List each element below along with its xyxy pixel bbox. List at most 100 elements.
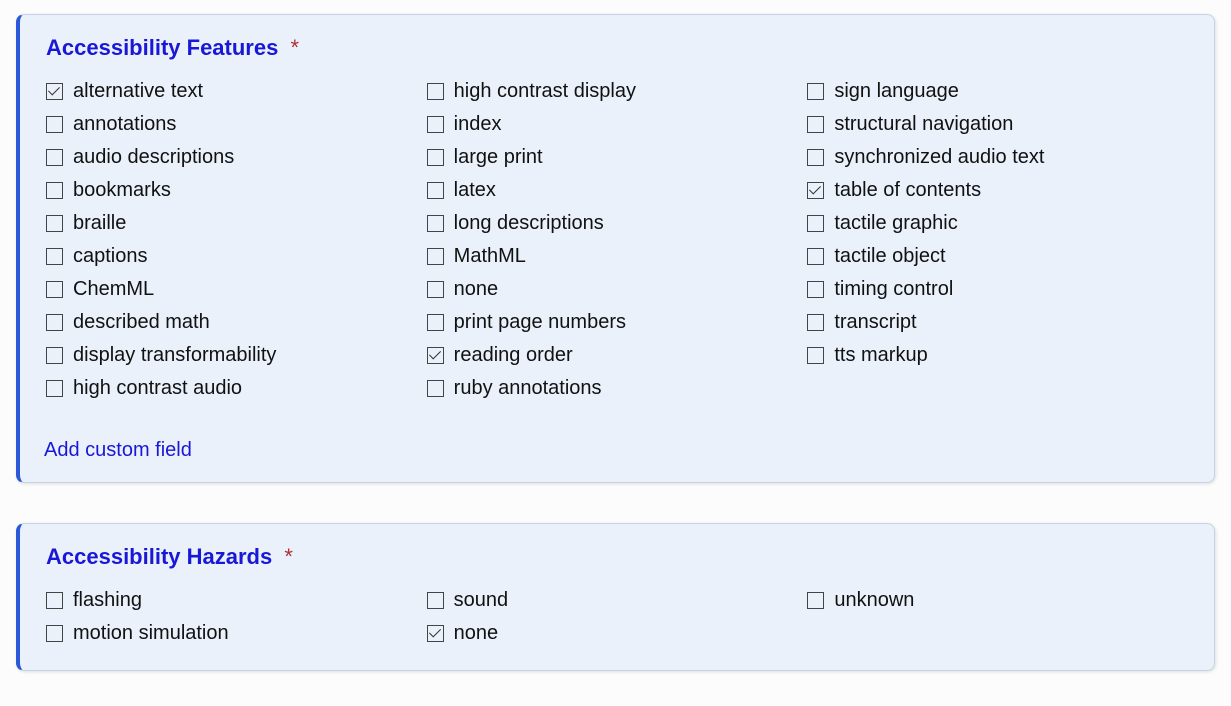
checkbox-index[interactable] <box>427 116 444 133</box>
checkbox-row-flashing[interactable]: flashing <box>46 584 427 617</box>
checkbox-table-of-contents[interactable] <box>807 182 824 199</box>
checkbox-timing-control[interactable] <box>807 281 824 298</box>
checkbox-label-large-print: large print <box>454 146 543 169</box>
checkbox-row-print-page-numbers[interactable]: print page numbers <box>427 306 808 339</box>
checkbox-label-chemml: ChemML <box>73 278 154 301</box>
checkbox-row-motion-simulation[interactable]: motion simulation <box>46 617 427 650</box>
checkbox-tactile-graphic[interactable] <box>807 215 824 232</box>
checkbox-row-high-contrast-display[interactable]: high contrast display <box>427 75 808 108</box>
checkbox-label-braille: braille <box>73 212 126 235</box>
checkbox-audio-descriptions[interactable] <box>46 149 63 166</box>
checkbox-row-described-math[interactable]: described math <box>46 306 427 339</box>
checkbox-sign-language[interactable] <box>807 83 824 100</box>
checkbox-label-transcript: transcript <box>834 311 916 334</box>
checkbox-row-index[interactable]: index <box>427 108 808 141</box>
required-indicator: * <box>284 544 293 569</box>
checkbox-label-motion-simulation: motion simulation <box>73 622 229 645</box>
checkbox-captions[interactable] <box>46 248 63 265</box>
checkbox-motion-simulation[interactable] <box>46 625 63 642</box>
checkbox-row-long-descriptions[interactable]: long descriptions <box>427 207 808 240</box>
checkbox-latex[interactable] <box>427 182 444 199</box>
checkbox-label-audio-descriptions: audio descriptions <box>73 146 234 169</box>
checkbox-tts-markup[interactable] <box>807 347 824 364</box>
checkbox-label-tactile-graphic: tactile graphic <box>834 212 957 235</box>
checkbox-row-latex[interactable]: latex <box>427 174 808 207</box>
checkbox-flashing[interactable] <box>46 592 63 609</box>
checkbox-long-descriptions[interactable] <box>427 215 444 232</box>
accessibility-hazards-panel: Accessibility Hazards * flashing motion s… <box>16 523 1215 671</box>
checkbox-row-tactile-graphic[interactable]: tactile graphic <box>807 207 1188 240</box>
checkbox-label-structural-navigation: structural navigation <box>834 113 1013 136</box>
checkbox-label-display-transformability: display transformability <box>73 344 276 367</box>
required-indicator: * <box>290 35 299 60</box>
checkbox-row-alternative-text[interactable]: alternative text <box>46 75 427 108</box>
checkbox-label-high-contrast-audio: high contrast audio <box>73 377 242 400</box>
checkbox-large-print[interactable] <box>427 149 444 166</box>
checkbox-none-haz[interactable] <box>427 625 444 642</box>
checkbox-row-bookmarks[interactable]: bookmarks <box>46 174 427 207</box>
checkbox-transcript[interactable] <box>807 314 824 331</box>
checkbox-display-transformability[interactable] <box>46 347 63 364</box>
checkbox-row-none-haz[interactable]: none <box>427 617 808 650</box>
accessibility-hazards-columns: flashing motion simulation soundnone unknow… <box>46 584 1188 650</box>
checkbox-reading-order[interactable] <box>427 347 444 364</box>
checkbox-label-high-contrast-display: high contrast display <box>454 80 636 103</box>
checkbox-annotations[interactable] <box>46 116 63 133</box>
checkbox-row-reading-order[interactable]: reading order <box>427 339 808 372</box>
checkbox-label-tactile-object: tactile object <box>834 245 945 268</box>
checkbox-row-none-feat[interactable]: none <box>427 273 808 306</box>
checkbox-row-synchronized-audio-text[interactable]: synchronized audio text <box>807 141 1188 174</box>
checkbox-high-contrast-audio[interactable] <box>46 380 63 397</box>
checkbox-structural-navigation[interactable] <box>807 116 824 133</box>
checkbox-label-unknown: unknown <box>834 589 914 612</box>
checkbox-row-large-print[interactable]: large print <box>427 141 808 174</box>
checkbox-row-display-transformability[interactable]: display transformability <box>46 339 427 372</box>
checkbox-label-table-of-contents: table of contents <box>834 179 981 202</box>
checkbox-synchronized-audio-text[interactable] <box>807 149 824 166</box>
checkbox-row-table-of-contents[interactable]: table of contents <box>807 174 1188 207</box>
checkbox-bookmarks[interactable] <box>46 182 63 199</box>
checkbox-row-mathml[interactable]: MathML <box>427 240 808 273</box>
checkbox-described-math[interactable] <box>46 314 63 331</box>
checkbox-row-timing-control[interactable]: timing control <box>807 273 1188 306</box>
checkbox-unknown[interactable] <box>807 592 824 609</box>
hazards-column: soundnone <box>427 584 808 650</box>
checkbox-row-sound[interactable]: sound <box>427 584 808 617</box>
checkbox-row-audio-descriptions[interactable]: audio descriptions <box>46 141 427 174</box>
accessibility-hazards-title-text: Accessibility Hazards <box>46 544 272 569</box>
checkbox-sound[interactable] <box>427 592 444 609</box>
checkbox-alternative-text[interactable] <box>46 83 63 100</box>
checkbox-label-latex: latex <box>454 179 496 202</box>
checkbox-row-captions[interactable]: captions <box>46 240 427 273</box>
checkbox-chemml[interactable] <box>46 281 63 298</box>
hazards-column: flashing motion simulation <box>46 584 427 650</box>
checkbox-row-structural-navigation[interactable]: structural navigation <box>807 108 1188 141</box>
checkbox-braille[interactable] <box>46 215 63 232</box>
checkbox-row-ruby-annotations[interactable]: ruby annotations <box>427 372 808 405</box>
checkbox-ruby-annotations[interactable] <box>427 380 444 397</box>
checkbox-print-page-numbers[interactable] <box>427 314 444 331</box>
add-custom-field-link[interactable]: Add custom field <box>44 439 192 462</box>
accessibility-hazards-title: Accessibility Hazards * <box>46 544 1188 570</box>
checkbox-row-tactile-object[interactable]: tactile object <box>807 240 1188 273</box>
checkbox-label-alternative-text: alternative text <box>73 80 203 103</box>
checkbox-row-transcript[interactable]: transcript <box>807 306 1188 339</box>
checkbox-row-braille[interactable]: braille <box>46 207 427 240</box>
checkbox-row-annotations[interactable]: annotations <box>46 108 427 141</box>
checkbox-row-tts-markup[interactable]: tts markup <box>807 339 1188 372</box>
accessibility-features-columns: alternative text annotations audio descrip… <box>46 75 1188 405</box>
checkbox-label-captions: captions <box>73 245 148 268</box>
checkbox-label-described-math: described math <box>73 311 210 334</box>
checkbox-row-unknown[interactable]: unknown <box>807 584 1188 617</box>
checkbox-none-feat[interactable] <box>427 281 444 298</box>
checkbox-row-sign-language[interactable]: sign language <box>807 75 1188 108</box>
checkbox-row-high-contrast-audio[interactable]: high contrast audio <box>46 372 427 405</box>
checkbox-row-chemml[interactable]: ChemML <box>46 273 427 306</box>
checkbox-label-ruby-annotations: ruby annotations <box>454 377 602 400</box>
checkbox-high-contrast-display[interactable] <box>427 83 444 100</box>
checkbox-label-flashing: flashing <box>73 589 142 612</box>
features-column: alternative text annotations audio descrip… <box>46 75 427 405</box>
checkbox-tactile-object[interactable] <box>807 248 824 265</box>
checkbox-mathml[interactable] <box>427 248 444 265</box>
checkbox-label-print-page-numbers: print page numbers <box>454 311 626 334</box>
